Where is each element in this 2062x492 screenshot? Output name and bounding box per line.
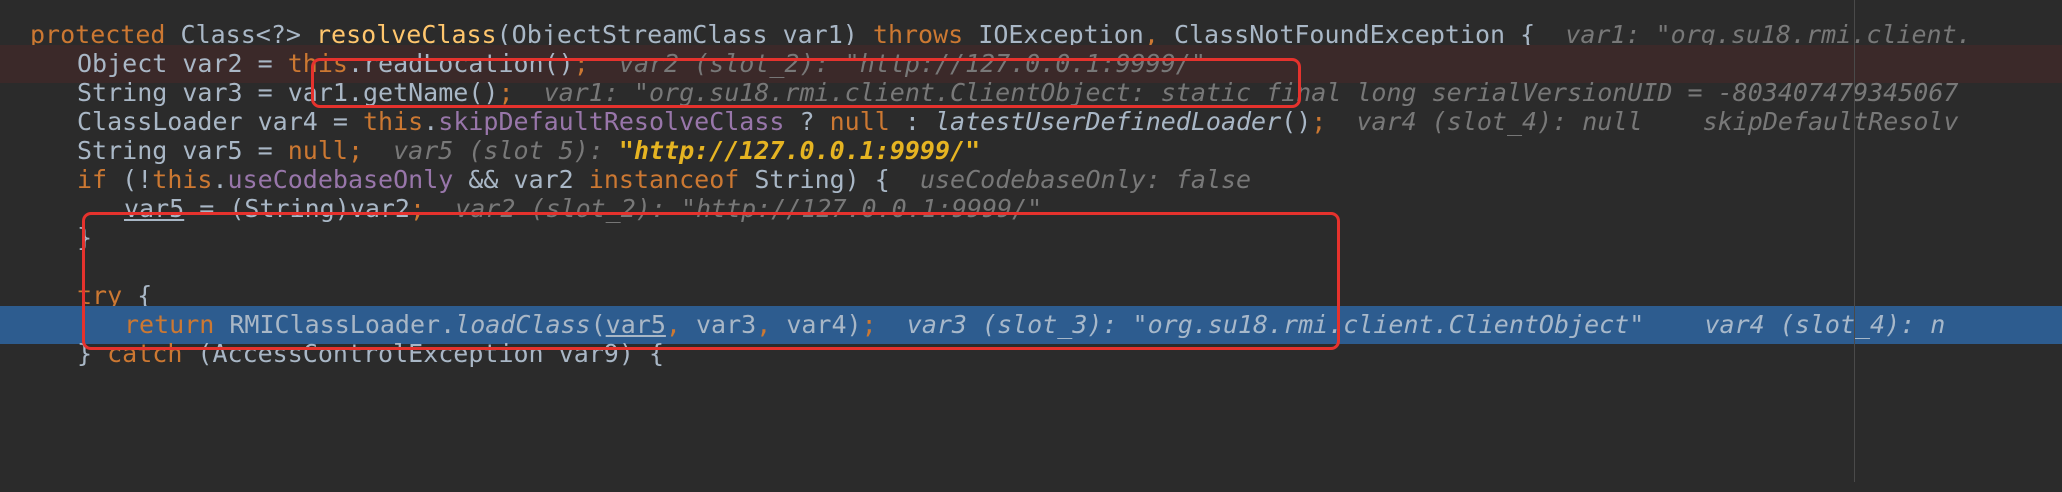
right-margin-guide xyxy=(1854,0,1855,492)
highlight-box-if-block xyxy=(82,212,1340,350)
highlight-box-readlocation xyxy=(311,58,1301,108)
partial-line-cutoff xyxy=(0,482,2062,492)
code-editor[interactable]: protected Class<?> resolveClass(ObjectSt… xyxy=(0,0,2062,492)
